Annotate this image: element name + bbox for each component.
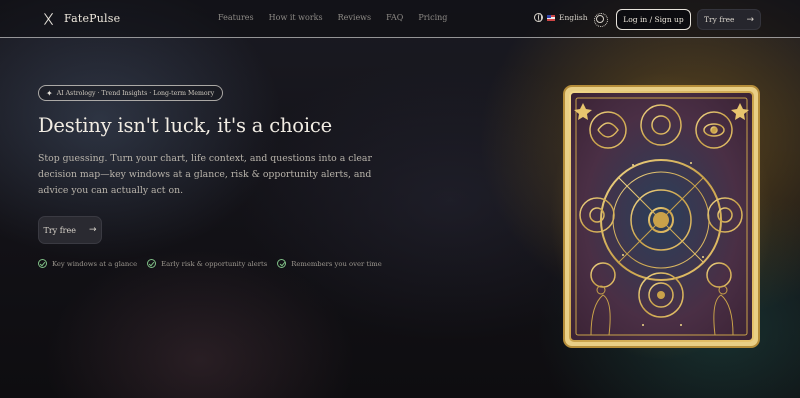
hero-headline: Destiny isn't luck, it's a choice (38, 114, 332, 137)
badge-text: AI Astrology · Trend Insights · Long-ter… (56, 89, 215, 97)
top-navigation: FatePulse Features How it works Reviews … (0, 0, 800, 38)
login-signup-button[interactable]: Log in / Sign up (616, 9, 691, 30)
hero-subtitle: Stop guessing. Turn your chart, life con… (38, 153, 372, 196)
check-circle-icon (38, 259, 47, 268)
arrow-right-icon: → (88, 225, 97, 235)
nav-link-how-it-works[interactable]: How it works (269, 13, 323, 22)
nav-link-pricing[interactable]: Pricing (418, 13, 447, 22)
feature-item: Remembers you over time (277, 259, 382, 268)
sparkle-icon: ✦ (46, 88, 53, 98)
hero-try-free-button[interactable]: Try free → (38, 216, 102, 244)
nav-links: Features How it works Reviews FAQ Pricin… (218, 13, 447, 22)
feature-label: Key windows at a glance (52, 259, 138, 268)
nav-try-free-label: Try free (704, 15, 735, 24)
tarot-card-art (563, 85, 760, 348)
brand-name: FatePulse (64, 12, 121, 25)
theme-toggle-sun-icon[interactable] (593, 12, 608, 27)
feature-label: Early risk & opportunity alerts (161, 259, 268, 268)
globe-icon (534, 13, 543, 22)
nav-link-reviews[interactable]: Reviews (338, 13, 372, 22)
brand-logo[interactable]: FatePulse (44, 12, 120, 25)
nav-try-free-button[interactable]: Try free → (697, 9, 761, 30)
hero-try-free-label: Try free (43, 225, 76, 235)
check-circle-icon (147, 259, 157, 268)
feature-label: Remembers you over time (291, 259, 382, 268)
feature-list: Key windows at a glance Early risk & opp… (38, 259, 382, 268)
x-icon (44, 13, 54, 25)
language-selector[interactable]: English (534, 13, 588, 22)
arrow-right-icon: → (746, 14, 754, 25)
language-label: English (559, 13, 588, 22)
nav-link-faq[interactable]: FAQ (386, 13, 403, 22)
feature-item: Key windows at a glance (38, 259, 137, 268)
tarot-card-illustration (549, 71, 774, 362)
feature-item: Early risk & opportunity alerts (147, 259, 267, 268)
check-circle-icon (277, 259, 287, 268)
nav-link-features[interactable]: Features (218, 13, 254, 22)
feature-badge: ✦ AI Astrology · Trend Insights · Long-t… (38, 85, 224, 101)
us-flag-icon (547, 14, 555, 21)
